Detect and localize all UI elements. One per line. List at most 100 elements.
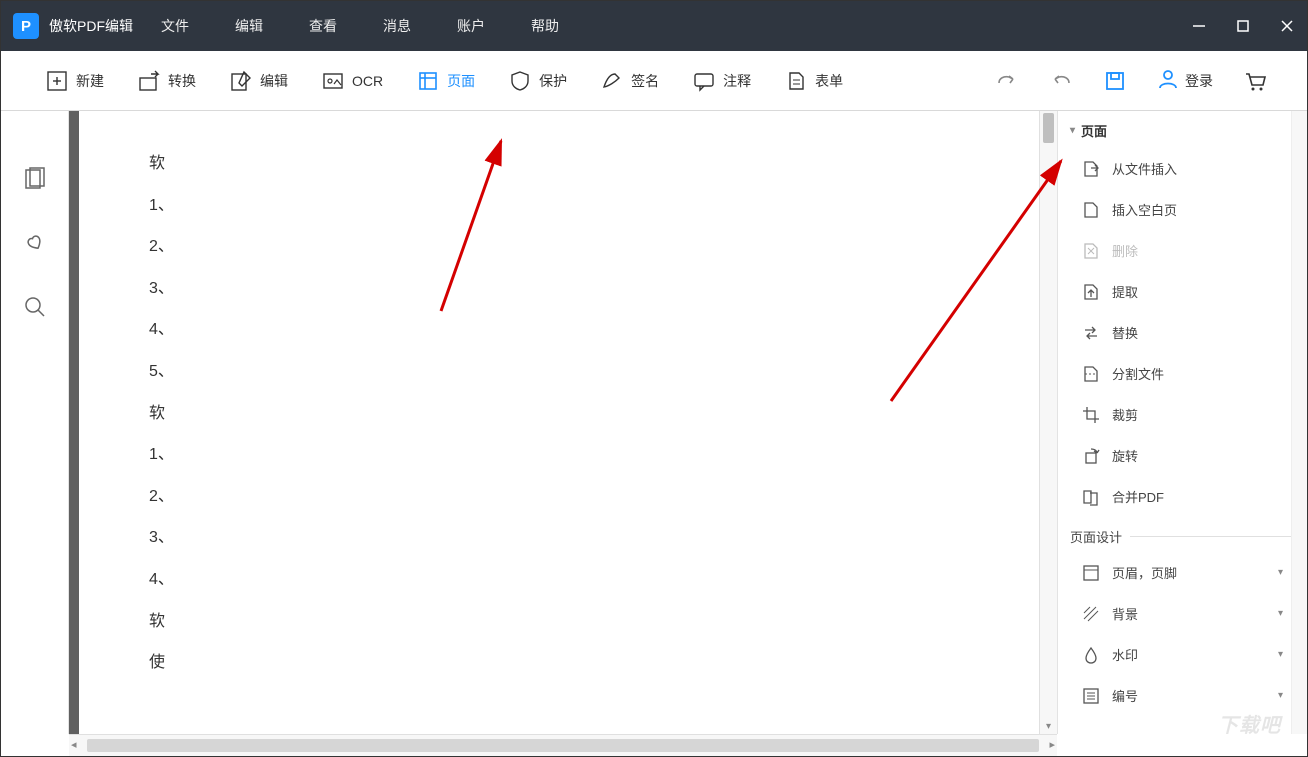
document-page[interactable]: 软 1、 2、 3、 4、 5、 软 1、 2、 3、 4、 软 使 — [79, 111, 1039, 734]
undo-button[interactable] — [1049, 69, 1073, 93]
panel-item-label: 旋转 — [1112, 446, 1138, 465]
toolbar-right: 登录 — [995, 68, 1267, 93]
panel-rotate[interactable]: 旋转 — [1058, 435, 1307, 476]
cart-button[interactable] — [1243, 69, 1267, 93]
vertical-scrollbar[interactable]: ▾ — [1039, 111, 1057, 734]
menu-file[interactable]: 文件 — [161, 16, 189, 36]
maximize-button[interactable] — [1235, 18, 1251, 34]
ocr-icon — [322, 70, 344, 92]
scroll-down-icon[interactable]: ▾ — [1040, 721, 1057, 732]
panel-split[interactable]: 分割文件 — [1058, 353, 1307, 394]
doc-line: 软 — [149, 601, 1039, 643]
delete-icon — [1082, 242, 1100, 260]
menu-help[interactable]: 帮助 — [531, 16, 559, 36]
app-logo: P — [13, 13, 39, 39]
panel-insert-from-file[interactable]: 从文件插入 — [1058, 148, 1307, 189]
caret-down-icon: ▾ — [1070, 125, 1075, 136]
panel-sub-label: 页面设计 — [1070, 527, 1122, 546]
tool-convert[interactable]: 转换 — [133, 64, 201, 98]
bookmarks-button[interactable] — [22, 230, 48, 256]
thumbnails-button[interactable] — [22, 166, 48, 192]
panel-item-label: 替换 — [1112, 323, 1138, 342]
close-button[interactable] — [1279, 18, 1295, 34]
panel-merge[interactable]: 合并PDF — [1058, 476, 1307, 517]
search-button[interactable] — [22, 294, 48, 320]
panel-extract[interactable]: 提取 — [1058, 271, 1307, 312]
document-viewport: 软 1、 2、 3、 4、 5、 软 1、 2、 3、 4、 软 使 ▾ — [69, 111, 1057, 734]
main-area: 软 1、 2、 3、 4、 5、 软 1、 2、 3、 4、 软 使 ▾ ▾ 页… — [1, 111, 1307, 734]
menu-edit[interactable]: 编辑 — [235, 16, 263, 36]
user-icon — [1157, 68, 1179, 93]
panel-item-label: 分割文件 — [1112, 364, 1164, 383]
right-panel: ▾ 页面 从文件插入 插入空白页 删除 提取 替换 分割文件 裁剪 旋转 合并P… — [1057, 111, 1307, 734]
panel-item-label: 合并PDF — [1112, 487, 1164, 506]
login-button[interactable]: 登录 — [1157, 68, 1213, 93]
caret-down-icon: ▾ — [1278, 649, 1283, 660]
tool-edit[interactable]: 编辑 — [225, 64, 293, 98]
panel-background[interactable]: 背景 ▾ — [1058, 593, 1307, 634]
caret-down-icon: ▾ — [1278, 567, 1283, 578]
doc-line: 软 — [149, 143, 1039, 185]
minimize-button[interactable] — [1191, 18, 1207, 34]
menu-message[interactable]: 消息 — [383, 16, 411, 36]
tool-protect[interactable]: 保护 — [504, 64, 572, 98]
save-button[interactable] — [1103, 69, 1127, 93]
app-title: 傲软PDF编辑 — [49, 16, 133, 36]
tool-page[interactable]: 页面 — [412, 64, 480, 98]
rotate-icon — [1082, 447, 1100, 465]
panel-crop[interactable]: 裁剪 — [1058, 394, 1307, 435]
tool-edit-label: 编辑 — [260, 71, 288, 91]
panel-header-footer[interactable]: 页眉，页脚 ▾ — [1058, 552, 1307, 593]
tool-sign[interactable]: 签名 — [596, 64, 664, 98]
insert-file-icon — [1082, 160, 1100, 178]
doc-line: 3、 — [149, 517, 1039, 559]
merge-icon — [1082, 488, 1100, 506]
tool-comment-label: 注释 — [723, 71, 751, 91]
titlebar: P 傲软PDF编辑 文件 编辑 查看 消息 账户 帮助 — [1, 1, 1307, 51]
tool-convert-label: 转换 — [168, 71, 196, 91]
panel-delete: 删除 — [1058, 230, 1307, 271]
split-icon — [1082, 365, 1100, 383]
doc-line: 4、 — [149, 309, 1039, 351]
caret-down-icon: ▾ — [1278, 690, 1283, 701]
tool-ocr-label: OCR — [352, 73, 383, 89]
tool-new[interactable]: 新建 — [41, 64, 109, 98]
redo-button[interactable] — [995, 69, 1019, 93]
caret-down-icon: ▾ — [1278, 608, 1283, 619]
scroll-thumb[interactable] — [1043, 113, 1054, 143]
hscroll-thumb[interactable] — [87, 739, 1039, 752]
panel-item-label: 页眉，页脚 — [1112, 563, 1177, 582]
doc-line: 使 — [149, 642, 1039, 684]
panel-item-label: 裁剪 — [1112, 405, 1138, 424]
tool-comment[interactable]: 注释 — [688, 64, 756, 98]
header-footer-icon — [1082, 564, 1100, 582]
scroll-right-icon[interactable]: ▸ — [1049, 738, 1055, 751]
tool-ocr[interactable]: OCR — [317, 64, 388, 98]
watermark-icon — [1082, 646, 1100, 664]
doc-line: 3、 — [149, 268, 1039, 310]
convert-icon — [138, 70, 160, 92]
panel-watermark[interactable]: 水印▾ — [1058, 634, 1307, 675]
panel-scrollbar[interactable] — [1291, 111, 1307, 734]
tool-page-label: 页面 — [447, 71, 475, 91]
horizontal-scrollbar[interactable]: ◂ ▸ — [69, 734, 1057, 756]
panel-sub-design: 页面设计 — [1058, 517, 1307, 552]
insert-blank-icon — [1082, 201, 1100, 219]
panel-item-label: 编号 — [1112, 686, 1138, 705]
panel-header-page[interactable]: ▾ 页面 — [1058, 111, 1307, 148]
menu-view[interactable]: 查看 — [309, 16, 337, 36]
doc-line: 软 — [149, 393, 1039, 435]
tool-form-label: 表单 — [815, 71, 843, 91]
doc-line: 5、 — [149, 351, 1039, 393]
watermark-text: 下载吧 — [1218, 709, 1281, 738]
menu-account[interactable]: 账户 — [457, 16, 485, 36]
scroll-left-icon[interactable]: ◂ — [71, 738, 77, 751]
tool-new-label: 新建 — [76, 71, 104, 91]
panel-item-label: 背景 — [1112, 604, 1138, 623]
plus-icon — [46, 70, 68, 92]
tool-form[interactable]: 表单 — [780, 64, 848, 98]
panel-insert-blank[interactable]: 插入空白页 — [1058, 189, 1307, 230]
tool-sign-label: 签名 — [631, 71, 659, 91]
doc-line: 1、 — [149, 434, 1039, 476]
panel-replace[interactable]: 替换 — [1058, 312, 1307, 353]
